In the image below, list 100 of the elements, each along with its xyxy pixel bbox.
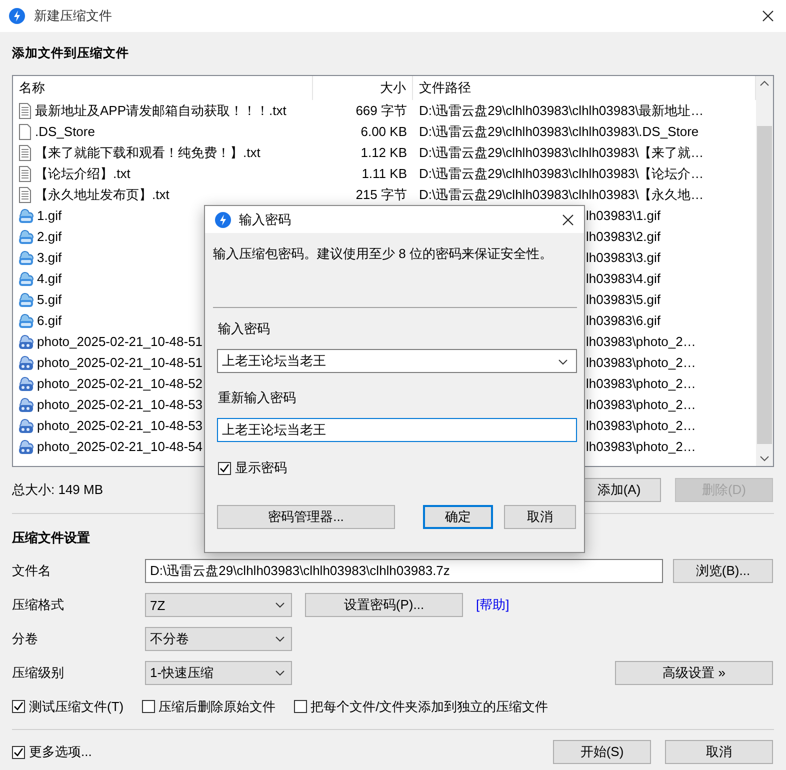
- option-label: 测试压缩文件(T): [29, 698, 124, 716]
- file-name: 【来了就能下载和观看！纯免费！】.txt: [35, 144, 260, 162]
- field-label: 重新输入密码: [218, 390, 296, 405]
- checkbox[interactable]: [294, 700, 307, 713]
- photo-file-icon: [18, 418, 34, 434]
- checkbox[interactable]: [12, 746, 25, 758]
- text-file-icon: [18, 144, 32, 160]
- text-file-icon: [18, 166, 32, 182]
- scroll-up-icon[interactable]: [760, 80, 769, 86]
- file-path: lh03983\photo_2…: [586, 418, 696, 433]
- image-file-icon: [18, 228, 34, 244]
- filename-input-field[interactable]: D:\迅雷云盘29\clhlh03983\clhlh03983\clhlh03983.7z: [145, 559, 663, 583]
- photo-file-icon: [18, 376, 34, 392]
- image-file-icon: [18, 250, 34, 266]
- checkbox[interactable]: [142, 700, 155, 713]
- file-name: photo_2025-02-21_10-48-54: [37, 439, 203, 454]
- ok-button[interactable]: 确定: [423, 505, 493, 529]
- file-name: 【永久地址发布页】.txt: [35, 186, 170, 204]
- close-icon[interactable]: [762, 10, 774, 22]
- file-name: 2.gif: [37, 229, 62, 244]
- file-path: lh03983\6.gif: [586, 313, 660, 328]
- file-path: lh03983\1.gif: [586, 208, 660, 223]
- photo-file-icon: [18, 334, 34, 350]
- file-path: lh03983\2.gif: [586, 229, 660, 244]
- image-file-icon: [18, 312, 34, 328]
- file-name: photo_2025-02-21_10-48-51: [37, 334, 203, 349]
- file-path: D:\迅雷云盘29\clhlh03983\clhlh03983\最新地址…: [419, 102, 704, 120]
- file-name: 6.gif: [37, 313, 62, 328]
- password-input-field[interactable]: 上老王论坛当老王: [217, 418, 577, 442]
- field-label: 分卷: [12, 630, 39, 648]
- photo-file-icon: [18, 438, 34, 454]
- app-logo-icon: [9, 8, 25, 24]
- file-path: D:\迅雷云盘29\clhlh03983\clhlh03983\【来了就…: [419, 144, 704, 162]
- image-file-icon: [18, 292, 34, 308]
- file-name: 4.gif: [37, 271, 62, 286]
- scrollbar[interactable]: [756, 76, 773, 466]
- file-path: D:\迅雷云盘29\clhlh03983\clhlh03983\.DS_Store: [419, 122, 699, 140]
- file-path: lh03983\photo_2…: [586, 376, 696, 391]
- close-icon[interactable]: [562, 214, 574, 226]
- text-file-icon: [18, 102, 32, 118]
- cancel-button[interactable]: 取消: [504, 505, 576, 529]
- file-path: lh03983\photo_2…: [586, 439, 696, 454]
- dialog-title: 输入密码: [239, 210, 292, 228]
- file-path: lh03983\photo_2…: [586, 334, 696, 349]
- app-logo-icon: [215, 212, 231, 228]
- file-size: 215 字节: [356, 186, 407, 204]
- file-path: lh03983\4.gif: [586, 271, 660, 286]
- cancel-button[interactable]: 取消: [665, 740, 773, 764]
- field-label: 文件名: [12, 562, 52, 580]
- format-dropdown[interactable]: 7Z: [145, 593, 292, 617]
- file-path: lh03983\3.gif: [586, 250, 660, 265]
- file-path: D:\迅雷云盘29\clhlh03983\clhlh03983\【论坛介…: [419, 164, 704, 182]
- show-password-label: 显示密码: [235, 459, 287, 477]
- field-label: 输入密码: [218, 321, 270, 336]
- window-title: 新建压缩文件: [34, 7, 113, 25]
- column-header[interactable]: 大小: [313, 76, 413, 100]
- file-size: 6.00 KB: [360, 124, 407, 139]
- photo-file-icon: [18, 396, 34, 412]
- scroll-down-icon[interactable]: [760, 456, 769, 462]
- field-label: 压缩级别: [12, 664, 65, 682]
- section-heading: 压缩文件设置: [12, 530, 90, 545]
- file-name: 3.gif: [37, 250, 62, 265]
- file-size: 669 字节: [356, 102, 407, 120]
- file-icon: [18, 124, 32, 140]
- checkbox[interactable]: [218, 462, 231, 474]
- section-heading: 添加文件到压缩文件: [12, 46, 129, 60]
- file-path: D:\迅雷云盘29\clhlh03983\clhlh03983\【永久地…: [419, 186, 704, 204]
- file-path: lh03983\photo_2…: [586, 355, 696, 370]
- file-size: 1.11 KB: [362, 166, 407, 181]
- option-label: 把每个文件/文件夹添加到独立的压缩文件: [310, 698, 548, 716]
- file-name: 【论坛介绍】.txt: [35, 164, 130, 182]
- image-file-icon: [18, 208, 34, 224]
- start-button[interactable]: 开始(S): [553, 740, 651, 764]
- file-name: 1.gif: [37, 208, 62, 223]
- volume-dropdown[interactable]: 不分卷: [145, 627, 292, 651]
- total-size: 总大小: 149 MB: [12, 481, 104, 499]
- file-name: .DS_Store: [35, 124, 95, 139]
- option-label: 压缩后删除原始文件: [158, 698, 276, 716]
- file-name: photo_2025-02-21_10-48-51: [37, 355, 203, 370]
- photo-file-icon: [18, 354, 34, 370]
- more-options-label: 更多选项...: [29, 743, 92, 761]
- image-file-icon: [18, 270, 34, 286]
- column-header[interactable]: 名称: [13, 76, 313, 100]
- set-password-button[interactable]: 设置密码(P)...: [305, 593, 463, 617]
- advanced-settings-button[interactable]: 高级设置 »: [615, 661, 773, 685]
- scrollbar-thumb[interactable]: [757, 126, 772, 444]
- file-name: photo_2025-02-21_10-48-52: [37, 376, 203, 391]
- file-path: lh03983\5.gif: [586, 292, 660, 307]
- file-name: photo_2025-02-21_10-48-53: [37, 418, 203, 433]
- checkbox[interactable]: [12, 700, 25, 713]
- browse-button[interactable]: 浏览(B)...: [673, 559, 773, 583]
- file-name: photo_2025-02-21_10-48-53: [37, 397, 203, 412]
- dialog-message: 输入压缩包密码。建议使用至少 8 位的密码来保证安全性。: [213, 246, 552, 261]
- password-manager-button[interactable]: 密码管理器...: [217, 505, 395, 529]
- help-link[interactable]: [帮助]: [476, 596, 510, 614]
- file-name: 最新地址及APP请发邮箱自动获取！！！.txt: [35, 102, 286, 120]
- file-path: lh03983\photo_2…: [586, 397, 696, 412]
- level-dropdown[interactable]: 1-快速压缩: [145, 661, 292, 685]
- field-label: 压缩格式: [12, 596, 65, 614]
- password-combo-box[interactable]: 上老王论坛当老王: [217, 349, 577, 373]
